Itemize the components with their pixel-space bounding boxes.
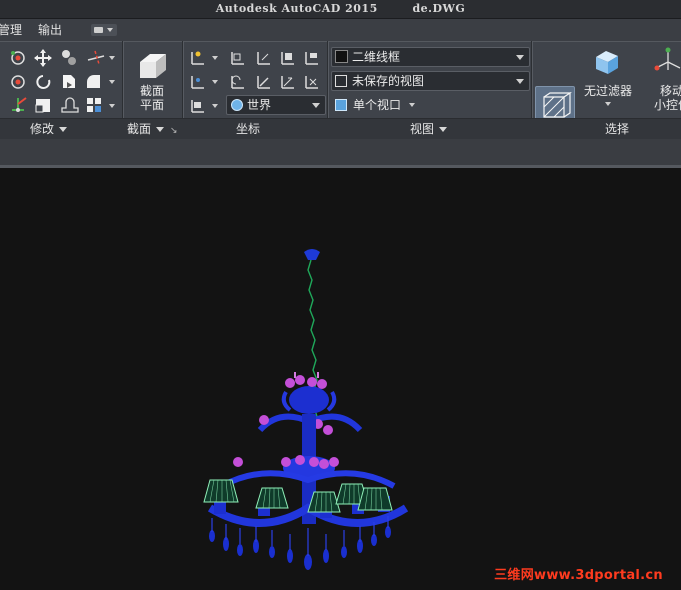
move-gizmo-button[interactable]: 移动 小控件	[650, 84, 681, 112]
chevron-down-icon	[439, 127, 448, 132]
watermark: 三维网www.3dportal.cn	[494, 568, 663, 583]
dialog-launcher-icon[interactable]: ↘	[170, 121, 178, 141]
grid-array-icon[interactable]	[87, 98, 101, 112]
menu-item-output[interactable]: 输出	[38, 19, 62, 41]
scale-icon[interactable]	[35, 99, 50, 113]
visual-style-value: 二维线框	[352, 50, 401, 64]
trim-icon[interactable]	[87, 50, 105, 65]
section-plane-icon[interactable]	[140, 54, 166, 78]
globe-icon	[231, 99, 243, 111]
array-icon[interactable]	[61, 97, 79, 113]
stretch-icon[interactable]	[12, 97, 27, 112]
chevron-down-icon	[59, 127, 68, 132]
filter-label: 无过滤器	[583, 84, 632, 98]
ucs-face-icon[interactable]	[281, 52, 294, 65]
panel-title-section[interactable]: 截面 ↘	[127, 119, 178, 141]
menu-item-manage[interactable]: 管理	[0, 19, 22, 41]
fillet-icon[interactable]	[87, 75, 100, 88]
panel-title-view-label: 视图	[410, 122, 435, 136]
drawing-viewport[interactable]: 三维网www.3dportal.cn	[0, 168, 681, 590]
panel-title-modify-label: 修改	[30, 122, 55, 136]
filter-cube-icon[interactable]	[596, 51, 618, 74]
panel-title-select-label: 选择	[605, 122, 630, 136]
ucs-zaxis-icon[interactable]	[257, 76, 270, 89]
panel-title-view[interactable]: 视图	[410, 119, 448, 139]
visual-style-icon	[335, 50, 348, 63]
chandelier-model	[203, 249, 409, 570]
app-title: Autodesk AutoCAD 2015	[215, 2, 378, 15]
chevron-down-icon	[312, 103, 320, 108]
copy-icon[interactable]	[62, 50, 76, 65]
workspace-dropdown[interactable]	[91, 24, 117, 36]
viewport-config-value: 单个视口	[353, 98, 402, 112]
ucs-view-icon[interactable]	[191, 76, 204, 89]
section-plane-button[interactable]: 截面 平面	[132, 84, 172, 112]
chevron-down-icon	[516, 55, 524, 60]
ucs-origin-icon[interactable]	[231, 75, 244, 89]
named-view-icon	[335, 75, 347, 87]
ucs-object-icon[interactable]	[305, 52, 318, 65]
move-gizmo-label-2: 小控件	[654, 98, 681, 112]
screen-icon	[94, 27, 103, 33]
ribbon: 截面 平面 世界 二维线框 未保存的视图 单个视口 剔除 无过滤器 移动	[0, 41, 681, 158]
viewport-icon	[335, 99, 347, 111]
move-icon[interactable]	[11, 51, 25, 65]
named-view-value: 未保存的视图	[352, 74, 425, 88]
filter-button[interactable]: 无过滤器	[580, 84, 636, 106]
ucs-x-icon[interactable]	[305, 76, 318, 89]
visual-style-combo[interactable]: 二维线框	[331, 47, 530, 67]
rotate-arc-icon[interactable]	[36, 75, 51, 89]
panel-title-coordinates[interactable]: 坐标	[236, 119, 260, 139]
rotate-icon[interactable]	[11, 75, 25, 89]
ucs-combo-value: 世界	[247, 98, 272, 112]
file-title: de.DWG	[412, 2, 466, 15]
section-plane-label-2: 平面	[139, 98, 164, 112]
panel-title-coordinates-label: 坐标	[236, 122, 261, 136]
viewport-config-button[interactable]: 单个视口	[333, 96, 453, 114]
panel-title-section-label: 截面	[127, 122, 152, 136]
mirror-icon[interactable]	[63, 75, 75, 88]
file-tab-strip	[0, 139, 681, 168]
named-view-combo[interactable]: 未保存的视图	[331, 71, 530, 91]
chevron-down-icon	[516, 79, 524, 84]
move-gizmo-icon[interactable]	[654, 47, 681, 71]
section-plane-label-1: 截面	[139, 84, 164, 98]
chevron-down-icon	[409, 103, 415, 107]
ucs-3point-icon[interactable]	[281, 76, 294, 89]
title-bar: Autodesk AutoCAD 2015 de.DWG	[0, 0, 681, 19]
panel-title-select[interactable]: 选择	[605, 119, 629, 139]
ucs-world-icon[interactable]	[231, 52, 244, 65]
move-arrows-icon[interactable]	[34, 49, 52, 67]
menu-bar: 管理 输出	[0, 19, 681, 41]
chevron-down-icon	[107, 28, 113, 32]
ucs-combo[interactable]: 世界	[226, 95, 326, 115]
move-gizmo-label-1: 移动	[660, 84, 681, 98]
chevron-down-icon	[605, 102, 611, 106]
ucs-icon[interactable]	[191, 51, 204, 65]
ucs-previous-icon[interactable]	[257, 52, 270, 65]
chevron-down-icon	[156, 127, 165, 132]
panel-title-modify[interactable]: 修改	[30, 119, 68, 139]
ucs-named-icon[interactable]	[191, 100, 204, 113]
ribbon-panel-titles: 修改 截面 ↘ 坐标 视图 选择	[0, 118, 681, 139]
